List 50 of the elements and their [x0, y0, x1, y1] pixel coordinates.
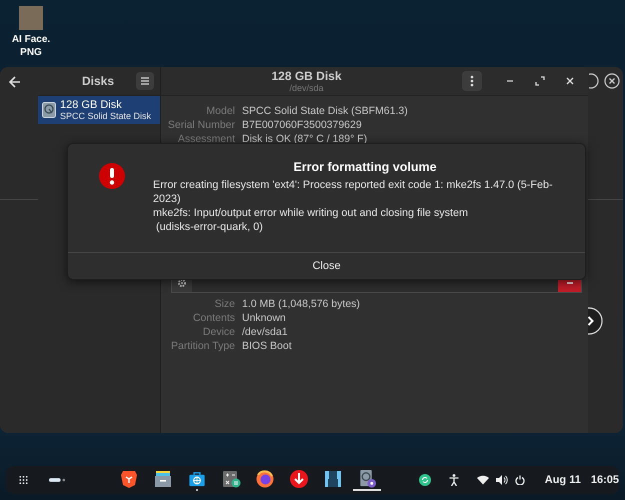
wifi-icon[interactable] — [476, 475, 489, 485]
error-icon — [99, 163, 125, 189]
maximize-icon[interactable] — [535, 76, 545, 86]
field-label: Assessment — [176, 132, 235, 146]
drive-name: 128 GB Disk — [60, 99, 123, 111]
dialog-title: Error formatting volume — [292, 160, 438, 174]
clock-date: Aug 11 — [544, 474, 581, 486]
photo-placeholder — [19, 6, 43, 30]
field-label: Contents — [192, 311, 235, 325]
close-icon[interactable] — [565, 76, 575, 86]
close-icon[interactable] — [604, 73, 620, 89]
calculator-icon[interactable] — [220, 469, 241, 489]
more-button[interactable] — [462, 71, 482, 91]
window-subtitle: /dev/sda — [288, 83, 325, 93]
field-value: /dev/sda1 — [242, 325, 289, 339]
next-arrow-icon[interactable] — [588, 307, 603, 335]
back-arrow-icon[interactable] — [8, 75, 22, 89]
drive-item[interactable]: 128 GB Disk SPCC Solid State Disk — [38, 96, 160, 124]
field-label: Size — [214, 297, 235, 311]
field-value: B7E007060F3500379629 — [242, 118, 363, 132]
shopping-bag-icon[interactable] — [186, 469, 207, 488]
volume-icon[interactable] — [496, 475, 508, 485]
error-message: Error creating filesystem 'ext4': Process reported exit code 1: mke2fs 1.47.0 (5-Feb-2023) mke2fs: Input/output error while writing out and closing file system (udisks-error-quark, 0) — [153, 178, 554, 234]
file-cabinet-icon[interactable] — [152, 469, 173, 489]
refresh-badge-icon[interactable] — [418, 474, 431, 486]
menu-icon — [140, 76, 150, 86]
power-icon[interactable] — [514, 475, 525, 485]
drive-model: SPCC Solid State Disk — [60, 111, 152, 121]
app-grid-icon[interactable] — [19, 473, 28, 487]
clock-time: 16:05 — [590, 474, 619, 486]
more-icon — [470, 75, 474, 87]
field-value: Unknown — [242, 311, 287, 325]
workspace-indicator-icon[interactable] — [49, 476, 66, 484]
clock[interactable]: Aug 11 16:05 — [544, 474, 619, 486]
gear-icon — [177, 278, 187, 288]
circle-button-icon[interactable] — [589, 73, 599, 89]
field-value: 1.0 MB (1,048,576 bytes) — [242, 297, 361, 311]
field-label: Device — [202, 325, 235, 339]
menu-button[interactable] — [136, 72, 154, 90]
accessibility-icon[interactable] — [448, 474, 459, 486]
field-value: BIOS Boot — [242, 339, 293, 353]
field-label: Model — [205, 104, 235, 118]
sidebar-title: Disks — [82, 74, 114, 88]
field-label: Partition Type — [170, 339, 235, 353]
field-label: Serial Number — [166, 118, 235, 132]
field-value: SPCC Solid State Disk (SBFM61.3) — [242, 104, 409, 118]
window-title: 128 GB Disk — [270, 69, 343, 83]
file-label[interactable]: AI Face. PNG — [8, 33, 54, 59]
field-value: Disk is OK (87° C / 189° F) — [242, 132, 368, 146]
close-button[interactable]: Close — [68, 252, 585, 279]
